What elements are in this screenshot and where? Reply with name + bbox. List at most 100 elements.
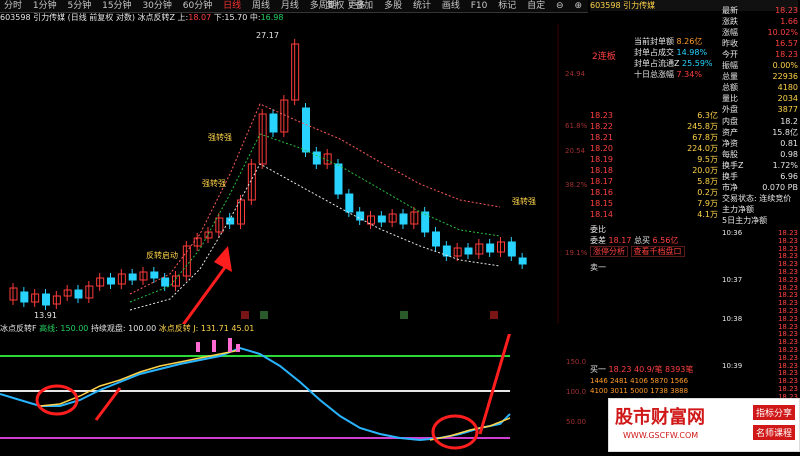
bid-volume: 4.1万 bbox=[697, 210, 718, 219]
low-value: 15.70 bbox=[224, 13, 248, 22]
toolbar-mark[interactable]: 标记 bbox=[498, 0, 516, 12]
sub-indicator: 冰点反转F bbox=[0, 324, 37, 333]
bid-price: 18.16 bbox=[590, 188, 613, 197]
quote-label: 量比 bbox=[722, 94, 738, 103]
quote-value: 3877 bbox=[777, 105, 798, 114]
tab-period-5[interactable]: 60分钟 bbox=[183, 0, 212, 12]
quote-value: 18.23 bbox=[775, 50, 798, 59]
limit-value-1: 14.98% bbox=[676, 48, 708, 57]
candlestick-chart[interactable]: 27.17 13.91 强转强 强转强 反转启动 强转强 24.94 61.8%… bbox=[0, 24, 588, 445]
finance-label: 每股 bbox=[722, 150, 738, 159]
bid-price: 18.14 bbox=[590, 210, 613, 219]
finance-label: 换手Z bbox=[722, 161, 744, 170]
link-depth[interactable]: 查看千档盘口 bbox=[630, 246, 685, 257]
candle-body bbox=[464, 247, 473, 255]
candle-body bbox=[399, 213, 408, 225]
chart-mode: (日线 前复权 对数) bbox=[67, 13, 135, 22]
indicator-name: 冰点反转Z bbox=[137, 13, 175, 22]
bid-volume: 7.9万 bbox=[697, 199, 718, 208]
zoom-out-icon[interactable]: ⊖ bbox=[556, 0, 564, 12]
toolbar-overlay[interactable]: 叠加 bbox=[355, 0, 373, 12]
quote-row: 总额 4180 bbox=[722, 82, 798, 93]
tab-period-4[interactable]: 30分钟 bbox=[142, 0, 171, 12]
signal-3: 强转强 bbox=[512, 196, 536, 206]
bid-row: 18.19 9.5万 bbox=[590, 154, 718, 165]
tag-0 bbox=[241, 311, 249, 319]
tab-period-2[interactable]: 5分钟 bbox=[68, 0, 92, 12]
candle-body bbox=[334, 163, 343, 195]
tab-period-3[interactable]: 15分钟 bbox=[102, 0, 131, 12]
tab-period-month[interactable]: 月线 bbox=[281, 0, 299, 12]
bid-row: 18.22 245.8万 bbox=[590, 121, 718, 132]
bid-price: 18.15 bbox=[590, 199, 613, 208]
bid-row: 18.18 20.0万 bbox=[590, 165, 718, 176]
candle-body bbox=[161, 277, 170, 287]
tab-period-day[interactable]: 日线 bbox=[223, 0, 241, 12]
order-value-1: 18.17 bbox=[608, 236, 632, 245]
limit-value-3: 7.34% bbox=[676, 70, 702, 79]
candle-body bbox=[518, 257, 527, 265]
toolbar-custom[interactable]: 自定 bbox=[527, 0, 545, 12]
finance-label: 资产 bbox=[722, 128, 738, 137]
bid-volume: 9.5万 bbox=[697, 155, 718, 164]
bid-volume: 20.0万 bbox=[692, 166, 718, 175]
quote-value: 10.02% bbox=[767, 28, 798, 37]
quote-value: 18.23 bbox=[775, 6, 798, 15]
limit-value-0: 8.26亿 bbox=[676, 37, 703, 46]
limit-label-2: 封单占流通Z bbox=[634, 59, 680, 68]
oscillator-chart[interactable]: 150.0 100.0 50.00 bbox=[0, 297, 588, 453]
toolbar-draw[interactable]: 画线 bbox=[442, 0, 460, 12]
panel-code: 603598 bbox=[590, 1, 621, 10]
toolbar-stats[interactable]: 统计 bbox=[413, 0, 431, 12]
limit-label-0: 当前封单额 bbox=[634, 37, 674, 46]
quote-label: 涨幅 bbox=[722, 28, 738, 37]
link-limit-analysis[interactable]: 涨停分析 bbox=[590, 246, 628, 257]
tab-period-0[interactable]: 分时 bbox=[4, 0, 22, 12]
signal-2: 反转启动 bbox=[146, 250, 178, 260]
ma-line bbox=[129, 103, 501, 295]
candle-body bbox=[302, 107, 310, 153]
bid-price: 18.17 bbox=[590, 177, 613, 186]
axis-label-0: 24.94 bbox=[565, 70, 586, 78]
bid-row: 18.20 224.0万 bbox=[590, 143, 718, 154]
order-label-2: 总买 bbox=[634, 236, 650, 245]
candle-body bbox=[74, 289, 83, 299]
candle-body bbox=[356, 211, 365, 221]
quote-label: 总额 bbox=[722, 83, 738, 92]
quote-row: 总量 22936 bbox=[722, 71, 798, 82]
bid-row: 18.14 4.1万 bbox=[590, 209, 718, 220]
finance-value: 0.98 bbox=[780, 150, 798, 159]
toolbar-f10[interactable]: F10 bbox=[471, 0, 488, 12]
quote-value: 1.66 bbox=[780, 17, 798, 26]
candle-body bbox=[486, 243, 495, 253]
quote-label: 最新 bbox=[722, 6, 738, 15]
bid-row: 18.17 5.8万 bbox=[590, 176, 718, 187]
finance-row: 市净 0.070 PB bbox=[722, 182, 798, 193]
sell-one-label: 卖一 bbox=[590, 263, 606, 272]
watermark-logo: 股市财富网 WWW.GSCFW.COM 指标分享 名师课程 bbox=[608, 398, 800, 452]
bid-volume: 67.8万 bbox=[692, 133, 718, 142]
tab-period-1[interactable]: 1分钟 bbox=[33, 0, 57, 12]
bid-volume: 5.8万 bbox=[697, 177, 718, 186]
finance-value: 0.070 PB bbox=[762, 183, 798, 192]
brand-url: WWW.GSCFW.COM bbox=[623, 431, 699, 440]
ma-line bbox=[129, 163, 501, 311]
queue-row-1: 4100 3011 5000 1738 3888 bbox=[590, 387, 689, 395]
limit-label-1: 封单占成交 bbox=[634, 48, 674, 57]
quote-value: 2034 bbox=[777, 94, 798, 103]
toolbar-multi[interactable]: 多股 bbox=[384, 0, 402, 12]
quote-row: 振幅 0.00% bbox=[722, 60, 798, 71]
bid-price: 18.21 bbox=[590, 133, 613, 142]
quote-label: 今开 bbox=[722, 50, 738, 59]
sub-chart-header: 冰点反转F 高线: 150.00 持续观盘: 100.00 冰点反转 J: 13… bbox=[0, 324, 588, 334]
candle-body bbox=[377, 215, 386, 223]
candle-body bbox=[432, 231, 440, 247]
tab-period-week[interactable]: 周线 bbox=[252, 0, 270, 12]
candle-body bbox=[20, 291, 29, 303]
toolbar-fq[interactable]: 复权 bbox=[326, 0, 344, 12]
candle-body bbox=[128, 273, 137, 281]
finance-row: 净资 0.81 bbox=[722, 138, 798, 149]
order-value-2: 6.56亿 bbox=[652, 236, 679, 245]
finance-label: 净资 bbox=[722, 139, 738, 148]
zoom-in-icon[interactable]: ⊕ bbox=[574, 0, 582, 12]
